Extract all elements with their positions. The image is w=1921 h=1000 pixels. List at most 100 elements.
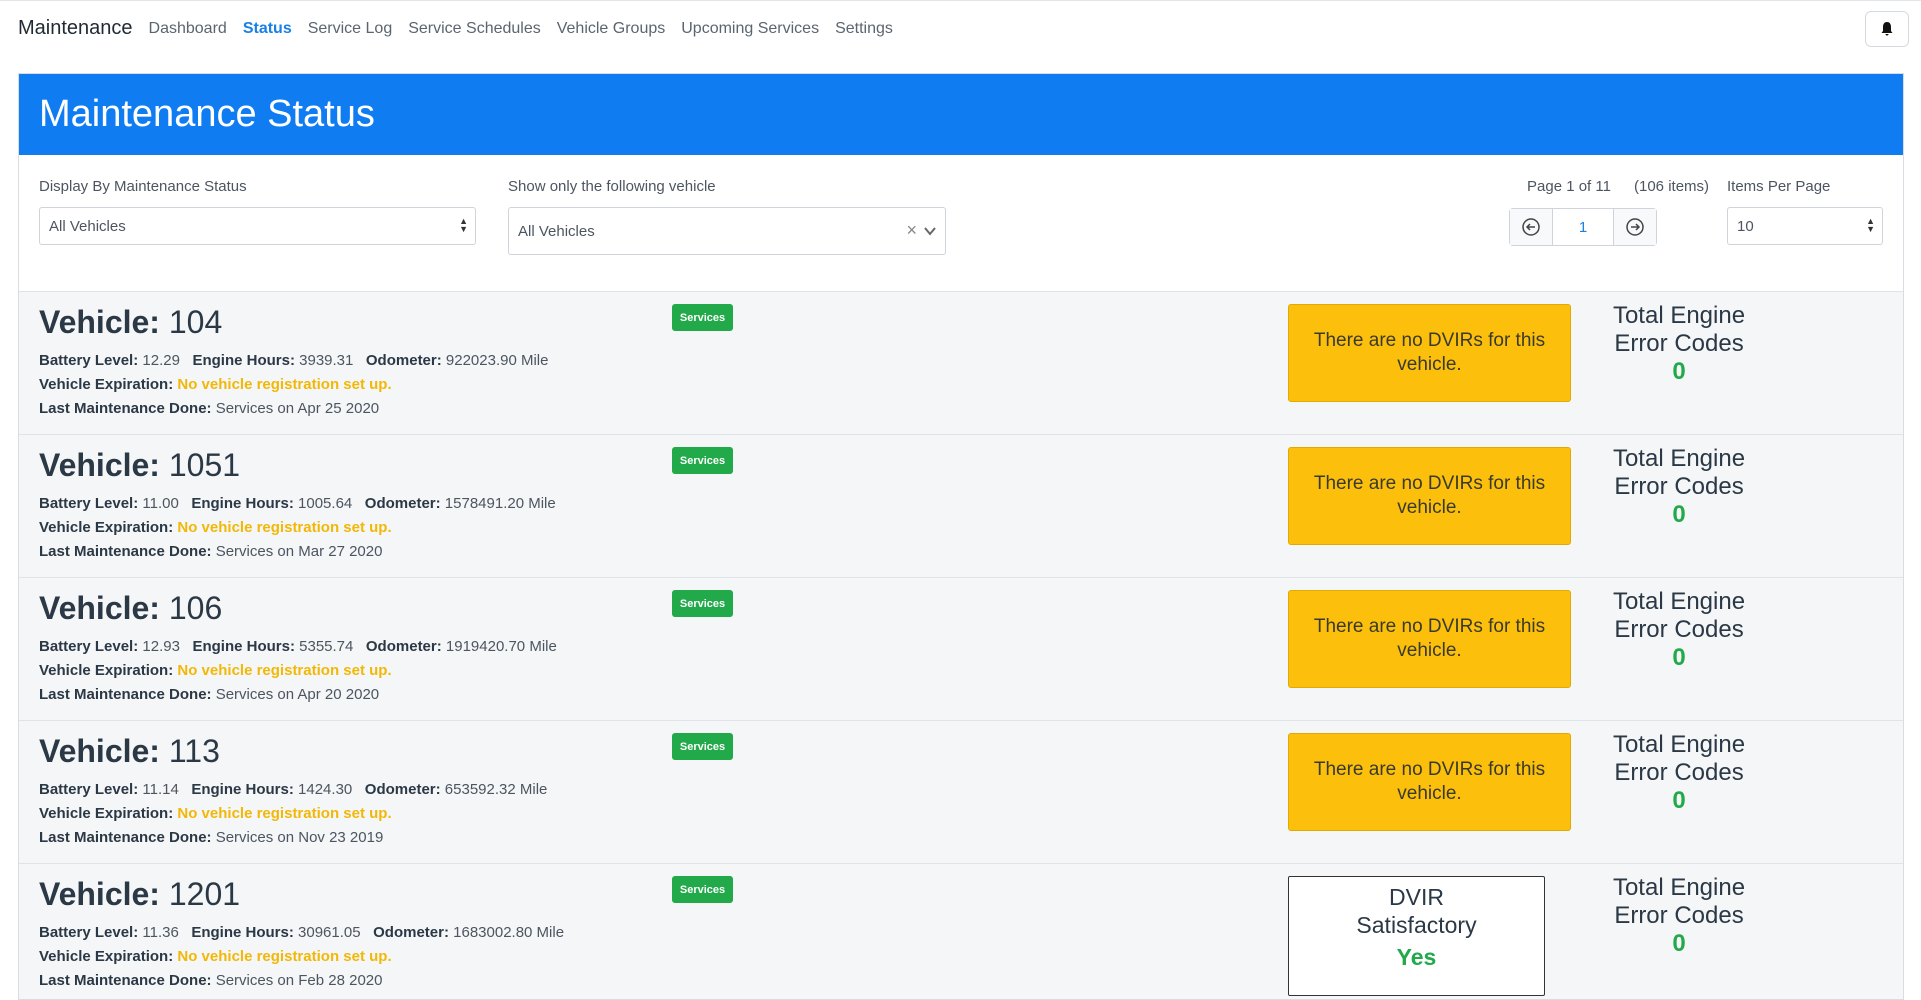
engine-codes-label: Total Engine Error Codes bbox=[1612, 445, 1746, 500]
services-badge[interactable]: Services bbox=[672, 876, 733, 903]
nav-settings[interactable]: Settings bbox=[835, 20, 893, 38]
expiration-value: No vehicle registration set up. bbox=[177, 805, 392, 822]
last-maintenance-label: Last Maintenance Done: bbox=[39, 972, 212, 989]
last-maintenance: Last Maintenance Done: Services on Nov 2… bbox=[39, 829, 383, 846]
vehicle-label: Vehicle: bbox=[39, 304, 160, 340]
no-dvir-notice: There are no DVIRs for this vehicle. bbox=[1288, 733, 1571, 831]
nav-dashboard[interactable]: Dashboard bbox=[149, 20, 227, 38]
vehicle-row: Vehicle: 1201 Battery Level: 11.36 Engin… bbox=[19, 863, 1903, 999]
services-badge[interactable]: Services bbox=[672, 590, 733, 617]
page-info: Page 1 of 11 bbox=[1527, 178, 1611, 195]
arrow-left-circle-icon bbox=[1522, 218, 1540, 236]
last-maintenance: Last Maintenance Done: Services on Mar 2… bbox=[39, 543, 382, 560]
vehicle-filter-select[interactable]: All Vehicles × bbox=[508, 207, 946, 255]
vehicle-stats: Battery Level: 12.29 Engine Hours: 3939.… bbox=[39, 352, 548, 369]
dvir-satisfactory-label: DVIR Satisfactory bbox=[1356, 884, 1477, 938]
expiration-value: No vehicle registration set up. bbox=[177, 662, 392, 679]
vehicle-row: Vehicle: 106 Battery Level: 12.93 Engine… bbox=[19, 577, 1903, 720]
last-maintenance: Last Maintenance Done: Services on Apr 2… bbox=[39, 686, 379, 703]
items-per-page-select[interactable]: 10 ▲ ▼ bbox=[1727, 207, 1883, 245]
items-per-page-value: 10 bbox=[1737, 217, 1754, 235]
services-badge[interactable]: Services bbox=[672, 447, 733, 474]
engine-hours-value: 30961.05 bbox=[298, 924, 361, 941]
odometer-value: 1683002.80 Mile bbox=[453, 924, 565, 941]
dvir-satisfactory-value: Yes bbox=[1396, 944, 1437, 970]
next-page-button[interactable] bbox=[1614, 209, 1656, 245]
odometer-label: Odometer: bbox=[365, 638, 442, 655]
engine-codes-label: Total Engine Error Codes bbox=[1612, 302, 1746, 357]
items-count: (106 items) bbox=[1634, 178, 1710, 195]
vehicle-title[interactable]: Vehicle: 104 bbox=[39, 304, 222, 341]
vehicle-row: Vehicle: 1051 Battery Level: 11.00 Engin… bbox=[19, 434, 1903, 577]
engine-codes-count: 0 bbox=[1672, 930, 1686, 957]
brand-title[interactable]: Maintenance bbox=[18, 17, 133, 40]
engine-error-codes: Total Engine Error Codes 0 bbox=[1594, 445, 1764, 529]
items-per-page-label: Items Per Page bbox=[1727, 178, 1831, 195]
battery-label: Battery Level: bbox=[39, 781, 139, 798]
battery-label: Battery Level: bbox=[39, 638, 139, 655]
vehicle-id: 104 bbox=[168, 304, 223, 340]
vehicle-id: 113 bbox=[168, 733, 220, 769]
battery-value: 12.93 bbox=[142, 638, 180, 655]
nav-vehicle-groups[interactable]: Vehicle Groups bbox=[557, 20, 666, 38]
previous-page-button[interactable] bbox=[1510, 209, 1552, 245]
vehicle-stats: Battery Level: 12.93 Engine Hours: 5355.… bbox=[39, 638, 557, 655]
expiration-label: Vehicle Expiration: bbox=[39, 805, 174, 822]
last-maintenance-value: Services on Nov 23 2019 bbox=[215, 829, 384, 846]
engine-hours-label: Engine Hours: bbox=[191, 495, 294, 512]
engine-codes-count: 0 bbox=[1672, 644, 1686, 671]
battery-label: Battery Level: bbox=[39, 352, 139, 369]
page-title: Maintenance Status bbox=[19, 74, 1903, 155]
status-filter-select[interactable]: All Vehicles ▲ ▼ bbox=[39, 207, 476, 245]
vehicle-filter-label: Show only the following vehicle bbox=[508, 178, 716, 195]
engine-error-codes: Total Engine Error Codes 0 bbox=[1594, 731, 1764, 815]
vehicle-id: 106 bbox=[168, 590, 223, 626]
odometer-value: 922023.90 Mile bbox=[445, 352, 549, 369]
bell-icon bbox=[1881, 22, 1893, 36]
vehicle-stats: Battery Level: 11.14 Engine Hours: 1424.… bbox=[39, 781, 547, 798]
nav-service-log[interactable]: Service Log bbox=[308, 20, 393, 38]
nav-status[interactable]: Status bbox=[243, 20, 292, 38]
vehicle-title[interactable]: Vehicle: 113 bbox=[39, 733, 220, 770]
battery-value: 11.36 bbox=[142, 924, 179, 941]
services-badge[interactable]: Services bbox=[672, 733, 733, 760]
vehicle-expiration: Vehicle Expiration: No vehicle registrat… bbox=[39, 662, 392, 679]
battery-value: 12.29 bbox=[142, 352, 180, 369]
no-dvir-notice: There are no DVIRs for this vehicle. bbox=[1288, 447, 1571, 545]
nav-upcoming-services[interactable]: Upcoming Services bbox=[681, 20, 819, 38]
odometer-label: Odometer: bbox=[364, 781, 441, 798]
status-filter-label: Display By Maintenance Status bbox=[39, 178, 247, 195]
last-maintenance-label: Last Maintenance Done: bbox=[39, 400, 212, 417]
engine-error-codes: Total Engine Error Codes 0 bbox=[1594, 588, 1764, 672]
vehicle-title[interactable]: Vehicle: 1201 bbox=[39, 876, 240, 913]
engine-hours-label: Engine Hours: bbox=[192, 638, 295, 655]
vehicle-label: Vehicle: bbox=[39, 876, 160, 912]
battery-label: Battery Level: bbox=[39, 495, 139, 512]
status-filter-value: All Vehicles bbox=[49, 217, 126, 235]
vehicle-id: 1051 bbox=[168, 447, 241, 483]
select-arrows-icon: ▲ ▼ bbox=[459, 216, 468, 234]
battery-label: Battery Level: bbox=[39, 924, 139, 941]
services-badge[interactable]: Services bbox=[672, 304, 733, 331]
expiration-label: Vehicle Expiration: bbox=[39, 376, 174, 393]
engine-hours-value: 5355.74 bbox=[299, 638, 354, 655]
vehicle-title[interactable]: Vehicle: 106 bbox=[39, 590, 222, 627]
maintenance-status-card: Maintenance Status Display By Maintenanc… bbox=[18, 73, 1904, 1000]
expiration-value: No vehicle registration set up. bbox=[177, 519, 392, 536]
expiration-label: Vehicle Expiration: bbox=[39, 519, 174, 536]
last-maintenance-value: Services on Apr 20 2020 bbox=[215, 686, 380, 703]
odometer-label: Odometer: bbox=[365, 352, 442, 369]
notifications-button[interactable] bbox=[1865, 11, 1909, 47]
engine-codes-count: 0 bbox=[1672, 501, 1686, 528]
odometer-label: Odometer: bbox=[373, 924, 449, 941]
expiration-label: Vehicle Expiration: bbox=[39, 662, 174, 679]
chevron-down-icon bbox=[924, 227, 936, 236]
clear-icon[interactable]: × bbox=[906, 220, 917, 241]
engine-hours-label: Engine Hours: bbox=[191, 924, 294, 941]
current-page-input[interactable]: 1 bbox=[1552, 209, 1614, 245]
last-maintenance: Last Maintenance Done: Services on Feb 2… bbox=[39, 972, 382, 989]
vehicle-title[interactable]: Vehicle: 1051 bbox=[39, 447, 240, 484]
nav-service-schedules[interactable]: Service Schedules bbox=[408, 20, 541, 38]
no-dvir-notice: There are no DVIRs for this vehicle. bbox=[1288, 590, 1571, 688]
engine-codes-count: 0 bbox=[1672, 787, 1686, 814]
